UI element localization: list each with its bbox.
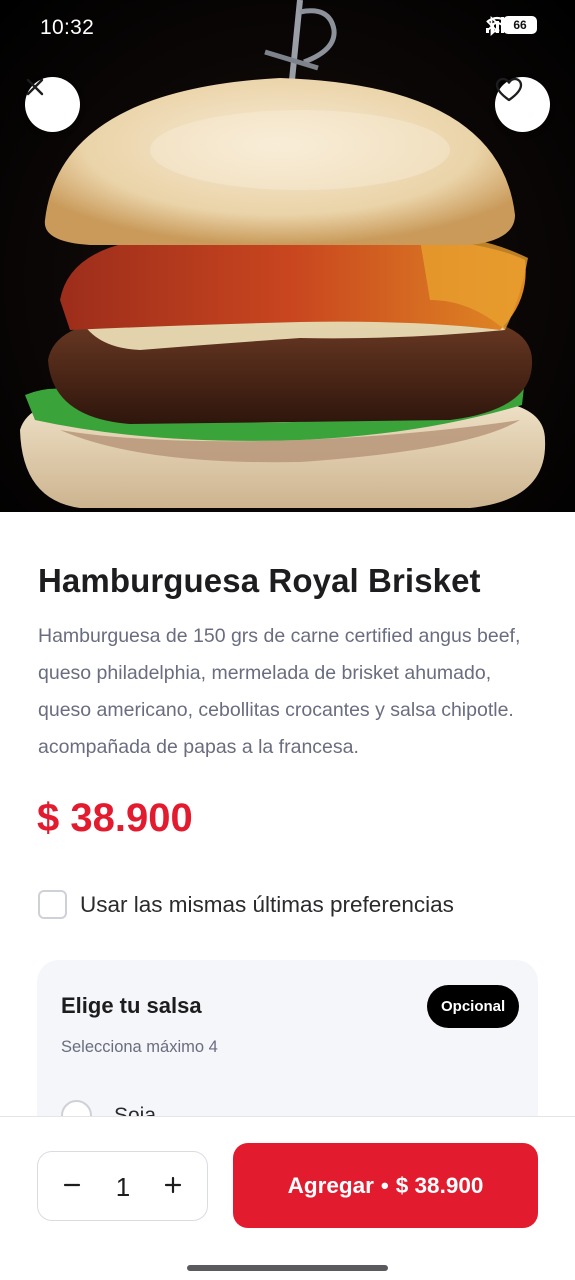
close-button[interactable] bbox=[25, 77, 80, 132]
same-preferences-checkbox[interactable] bbox=[38, 890, 67, 919]
product-details: Hamburguesa Royal Brisket Hamburguesa de… bbox=[0, 512, 575, 1116]
bottom-action-bar: 1 Agregar • $ 38.900 bbox=[0, 1116, 575, 1280]
quantity-stepper: 1 bbox=[37, 1151, 208, 1221]
increase-quantity-button[interactable] bbox=[143, 1152, 203, 1222]
minus-icon bbox=[63, 1176, 81, 1199]
sauce-section-title: Elige tu salsa bbox=[61, 993, 202, 1018]
add-button-price: $ 38.900 bbox=[395, 1172, 484, 1198]
sauce-section: Elige tu salsa Opcional Selecciona máxim… bbox=[37, 960, 538, 1116]
home-indicator[interactable] bbox=[187, 1265, 388, 1271]
plus-icon bbox=[164, 1176, 182, 1199]
product-price: $ 38.900 bbox=[37, 796, 193, 840]
sauce-option-label: Soja bbox=[114, 1103, 157, 1117]
same-preferences-label: Usar las mismas últimas preferencias bbox=[80, 891, 454, 917]
status-bar: 10:32 66 bbox=[0, 0, 575, 58]
quantity-value: 1 bbox=[115, 1171, 131, 1202]
status-icons: 66 bbox=[485, 16, 537, 36]
add-button-label: Agregar bbox=[287, 1172, 374, 1198]
add-button-separator: • bbox=[380, 1172, 389, 1198]
sauce-option-radio[interactable] bbox=[61, 1100, 92, 1116]
product-title: Hamburguesa Royal Brisket bbox=[38, 562, 481, 599]
favorite-button[interactable] bbox=[495, 77, 550, 132]
sauce-option[interactable]: Soja bbox=[61, 1100, 156, 1116]
add-to-cart-button[interactable]: Agregar • $ 38.900 bbox=[233, 1143, 538, 1228]
product-image: 10:32 66 bbox=[0, 0, 575, 512]
same-preferences-option[interactable]: Usar las mismas últimas preferencias bbox=[38, 890, 454, 919]
product-description: Hamburguesa de 150 grs de carne certifie… bbox=[38, 625, 521, 758]
decrease-quantity-button[interactable] bbox=[42, 1152, 102, 1222]
sauce-section-subtitle: Selecciona máximo 4 bbox=[61, 1038, 218, 1056]
optional-badge: Opcional bbox=[427, 985, 520, 1028]
status-time: 10:32 bbox=[40, 16, 95, 39]
burger-illustration bbox=[20, 0, 546, 508]
